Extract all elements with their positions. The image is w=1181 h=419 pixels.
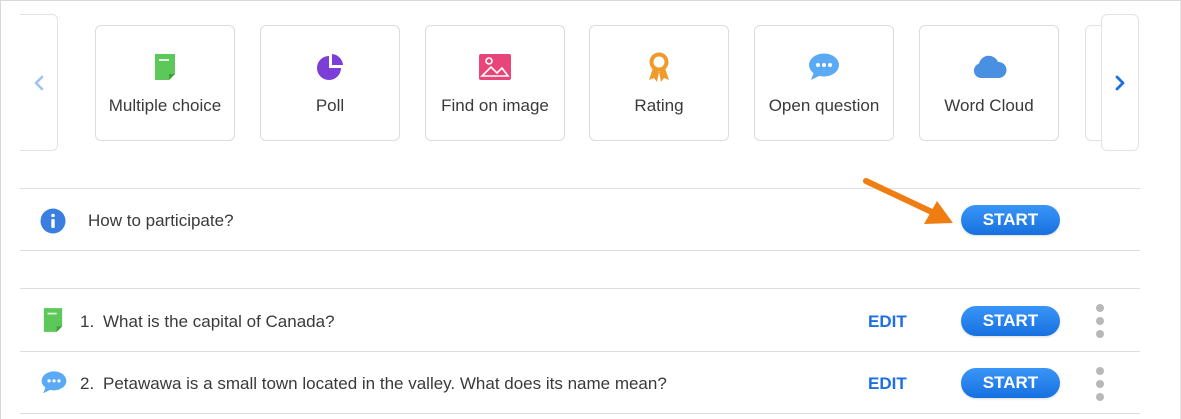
speech-bubble-icon xyxy=(41,371,67,394)
card-label: Poll xyxy=(315,96,345,115)
question-text: What is the capital of Canada? xyxy=(103,312,335,331)
intro-text: How to participate? xyxy=(88,211,234,230)
card-label: Multiple choice xyxy=(108,96,222,115)
divider xyxy=(20,351,1140,352)
carousel-next-button[interactable] xyxy=(1101,14,1139,151)
question-number: 1. xyxy=(80,312,95,331)
card-open-question[interactable]: Open question xyxy=(754,25,894,141)
edit-button[interactable]: EDIT xyxy=(868,312,907,332)
card-word-cloud[interactable]: Word Cloud xyxy=(919,25,1059,141)
cloud-icon xyxy=(973,55,1007,78)
more-options-icon[interactable] xyxy=(1094,367,1106,401)
chevron-right-icon xyxy=(1115,75,1125,90)
card-rating[interactable]: Rating xyxy=(589,25,729,141)
more-options-icon[interactable] xyxy=(1094,304,1106,338)
start-button[interactable]: START xyxy=(961,306,1060,336)
card-label: Open question xyxy=(768,96,880,115)
card-find-on-image[interactable]: Find on image xyxy=(425,25,565,141)
multiple-choice-icon xyxy=(155,54,175,80)
image-icon xyxy=(479,54,511,80)
divider xyxy=(20,413,1140,414)
intro-start-button[interactable]: START xyxy=(961,205,1060,235)
card-label: Find on image xyxy=(441,96,549,115)
card-poll[interactable]: Poll xyxy=(260,25,400,141)
divider xyxy=(20,188,1140,189)
start-button[interactable]: START xyxy=(961,368,1060,398)
question-number: 2. xyxy=(80,374,95,393)
multiple-choice-icon xyxy=(43,308,63,332)
carousel-prev-button[interactable] xyxy=(20,14,58,151)
question-text: Petawawa is a small town located in the … xyxy=(103,374,667,393)
chevron-left-icon xyxy=(34,75,43,90)
card-label: Word Cloud xyxy=(944,96,1034,115)
card-label: Rating xyxy=(634,96,684,115)
info-icon xyxy=(40,208,66,234)
divider xyxy=(20,250,1140,251)
speech-bubble-icon xyxy=(809,53,839,80)
pointer-arrow-icon xyxy=(863,178,953,224)
edit-button[interactable]: EDIT xyxy=(868,374,907,394)
rating-ribbon-icon xyxy=(649,52,669,82)
card-multiple-choice[interactable]: Multiple choice xyxy=(95,25,235,141)
divider xyxy=(20,288,1140,289)
poll-pie-icon xyxy=(317,54,343,80)
